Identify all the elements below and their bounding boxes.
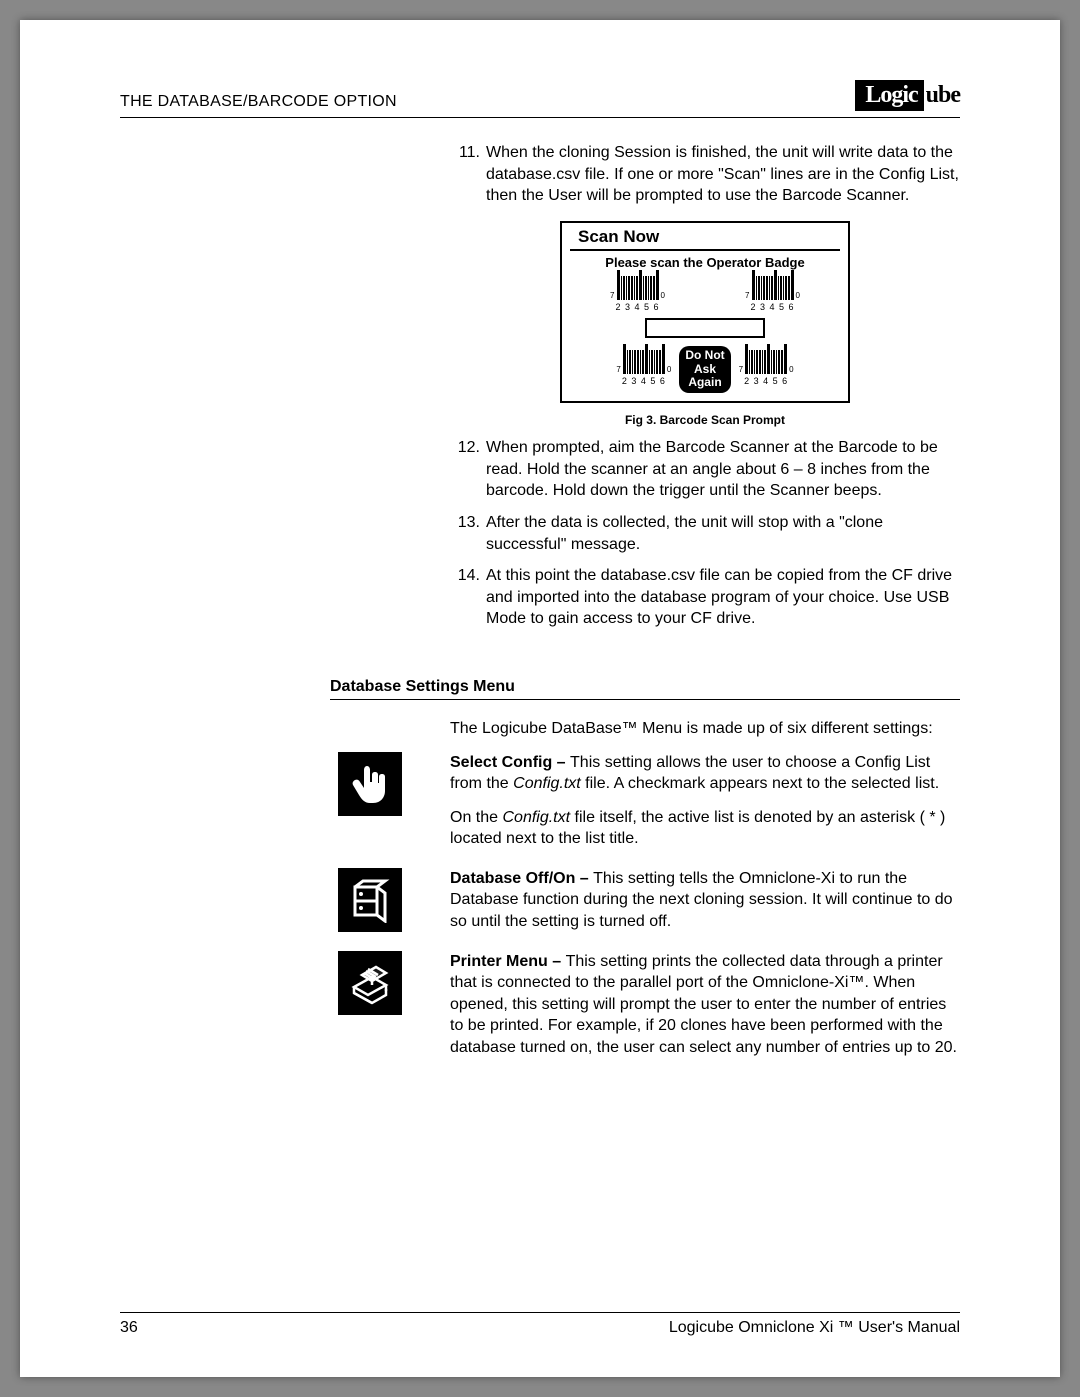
setting-text: Select Config – This setting allows the … (450, 752, 960, 862)
setting-database-onoff: Database Off/On – This setting tells the… (120, 868, 960, 945)
logo-text: ube (926, 82, 960, 109)
step-number: 12. (450, 437, 480, 502)
step-number: 13. (450, 512, 480, 555)
figure-caption: Fig 3. Barcode Scan Prompt (625, 413, 785, 427)
content-column: 11. When the cloning Session is finished… (450, 142, 960, 630)
setting-printer-menu: Printer Menu – This setting prints the c… (120, 951, 960, 1071)
barcode-icon: 7 0 2 3 4 5 6 (737, 350, 796, 386)
do-not-ask-button[interactable]: Do Not Ask Again (679, 346, 730, 393)
database-box-icon (338, 868, 402, 932)
printer-icon (338, 951, 402, 1015)
setting-text: Database Off/On – This setting tells the… (450, 868, 960, 945)
step-text: When the cloning Session is finished, th… (486, 142, 960, 207)
barcode-icon: 7 0 2 3 4 5 6 (614, 350, 673, 386)
step-text: When prompted, aim the Barcode Scanner a… (486, 437, 960, 502)
step-14: 14. At this point the database.csv file … (450, 565, 960, 630)
setting-text: Printer Menu – This setting prints the c… (450, 951, 960, 1071)
page-number: 36 (120, 1319, 138, 1337)
step-text: At this point the database.csv file can … (486, 565, 960, 630)
step-number: 14. (450, 565, 480, 630)
barcode-icon: 7 0 2 3 4 5 6 (743, 276, 802, 312)
scan-now-dialog: Scan Now Please scan the Operator Badge … (560, 221, 850, 403)
hand-pointer-icon (338, 752, 402, 816)
scan-subtitle: Please scan the Operator Badge (562, 255, 848, 270)
step-13: 13. After the data is collected, the uni… (450, 512, 960, 555)
step-12: 12. When prompted, aim the Barcode Scann… (450, 437, 960, 502)
section-heading: Database Settings Menu (330, 678, 960, 700)
step-number: 11. (450, 142, 480, 207)
logo-box: Logic (855, 80, 923, 111)
step-11: 11. When the cloning Session is finished… (450, 142, 960, 207)
manual-title: Logicube Omniclone Xi ™ User's Manual (669, 1319, 960, 1337)
setting-select-config: Select Config – This setting allows the … (120, 752, 960, 862)
step-text: After the data is collected, the unit wi… (486, 512, 960, 555)
scan-input-box (645, 318, 765, 338)
barcode-icon: 7 0 2 3 4 5 6 (608, 276, 667, 312)
scan-title: Scan Now (570, 223, 840, 251)
figure-3: Scan Now Please scan the Operator Badge … (450, 221, 960, 427)
page-footer: 36 Logicube Omniclone Xi ™ User's Manual (120, 1312, 960, 1337)
logicube-logo: Logicube (855, 80, 960, 111)
section-intro: The Logicube DataBase™ Menu is made up o… (450, 718, 960, 740)
header-title: THE DATABASE/BARCODE OPTION (120, 93, 397, 111)
page-header: THE DATABASE/BARCODE OPTION Logicube (120, 80, 960, 118)
document-page: THE DATABASE/BARCODE OPTION Logicube 11.… (20, 20, 1060, 1377)
barcode-row-bottom: 7 0 2 3 4 5 6 Do Not Ask Again 7 0 (562, 344, 848, 393)
barcode-row-top: 7 0 2 3 4 5 6 7 0 2 3 4 5 6 (562, 276, 848, 312)
